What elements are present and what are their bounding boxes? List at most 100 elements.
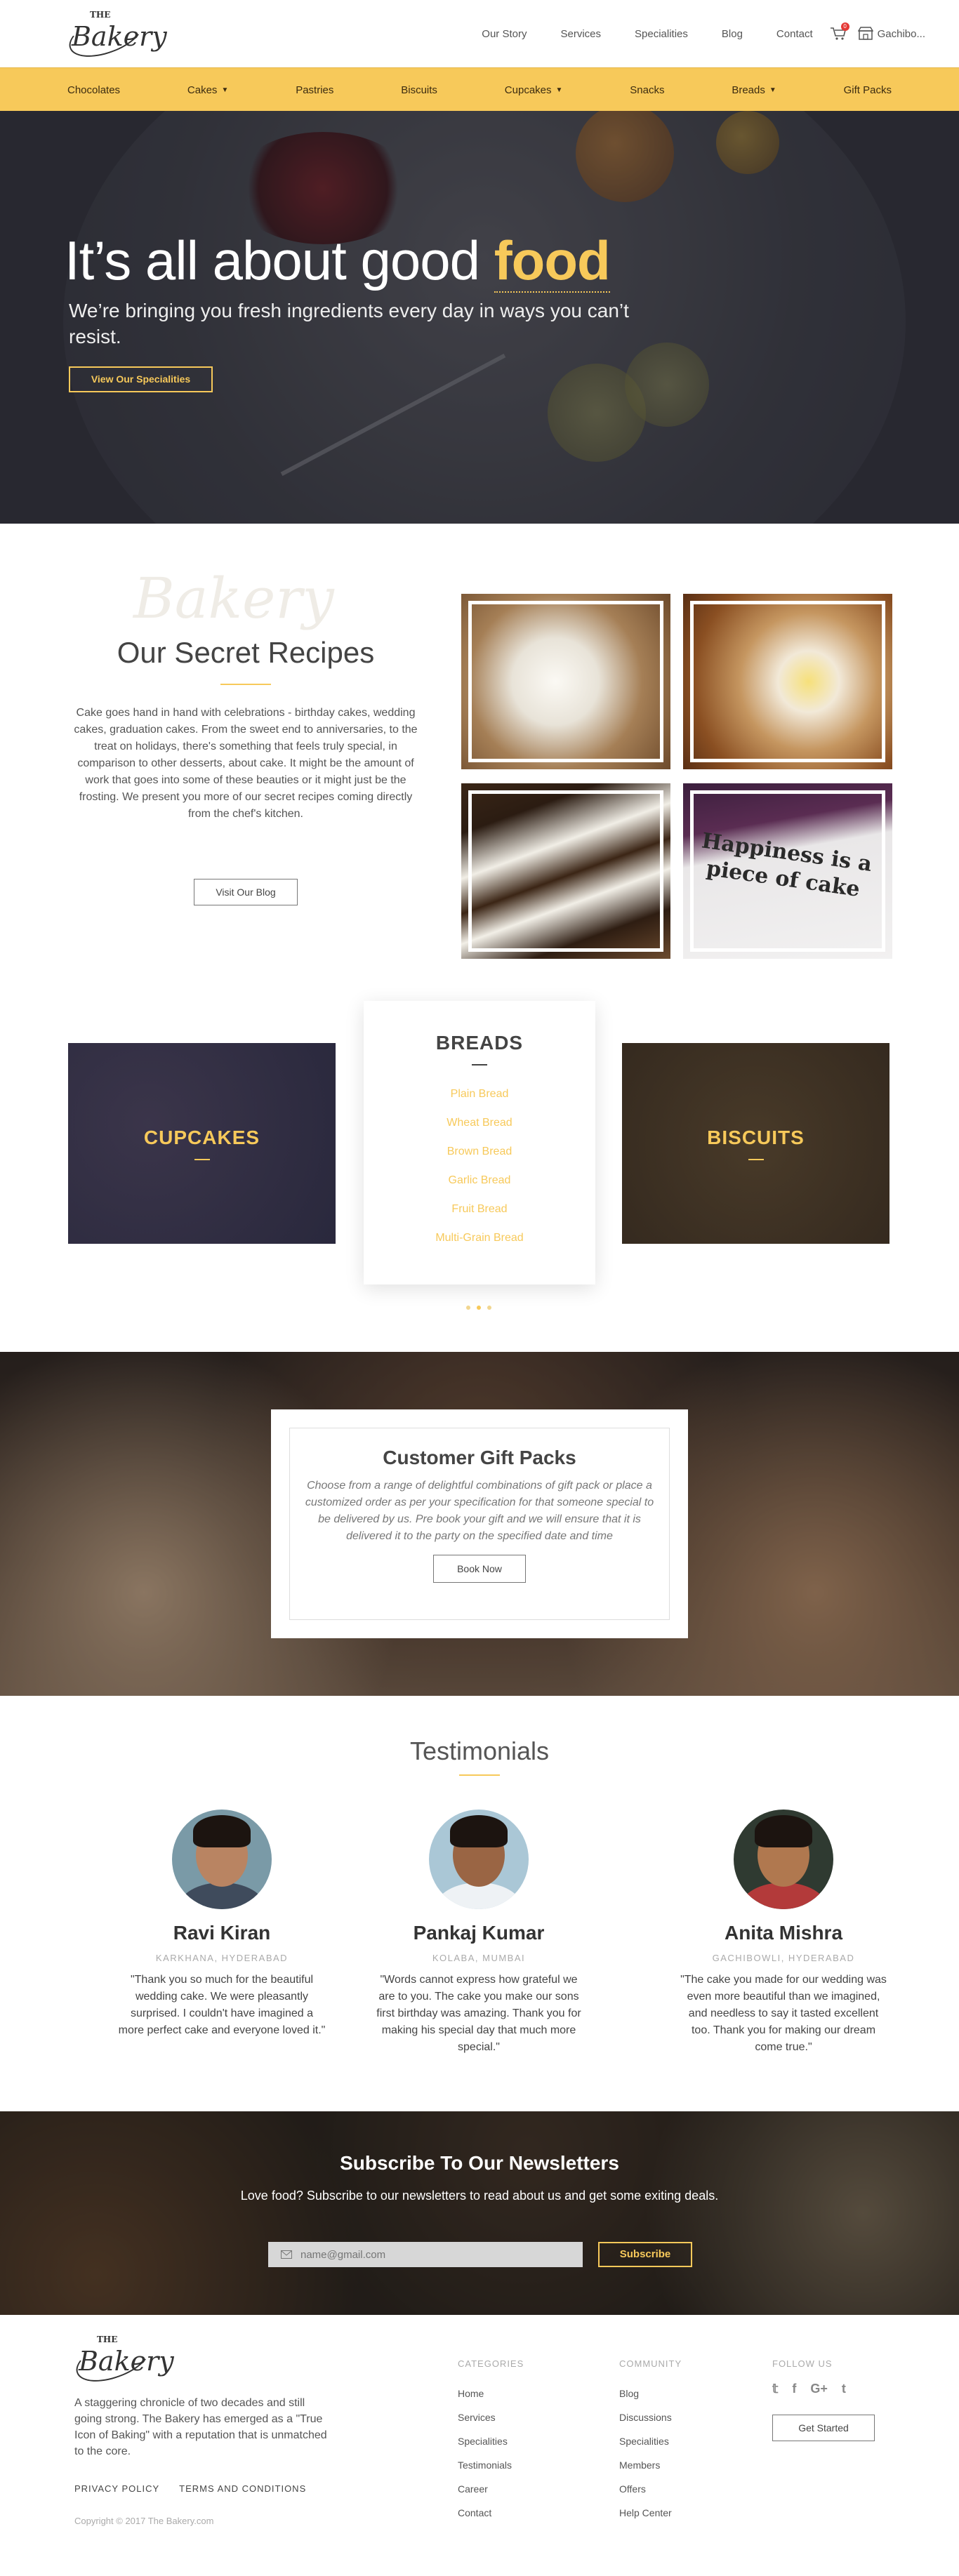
category-chocolates[interactable]: Chocolates (67, 84, 120, 96)
bread-link[interactable]: Wheat Bread (364, 1108, 595, 1137)
privacy-policy-link[interactable]: PRIVACY POLICY (74, 2483, 159, 2494)
avatar (734, 1810, 833, 1909)
carousel-dot[interactable] (487, 1306, 491, 1310)
site-header: THE Bakery Our Story Services Specialiti… (0, 0, 959, 67)
footer-link[interactable]: Help Center (619, 2501, 682, 2525)
biscuits-card[interactable]: BISCUITS (622, 1043, 889, 1244)
logo-script: Bakery (72, 21, 167, 52)
email-field[interactable] (268, 2242, 583, 2267)
visit-blog-button[interactable]: Visit Our Blog (194, 879, 298, 905)
site-logo[interactable]: THE Bakery (63, 4, 167, 66)
hero-title-highlight: food (494, 230, 611, 293)
testimonial-location: KOLABA, MUMBAI (432, 1953, 526, 1963)
testimonial-location: KARKHANA, HYDERABAD (155, 1953, 289, 1963)
logo-watermark: Bakery (133, 566, 334, 631)
divider (220, 684, 271, 685)
footer-link[interactable]: Testimonials (458, 2453, 524, 2477)
logo-the: THE (90, 10, 111, 20)
location-label: Gachibo... (877, 27, 925, 40)
footer-follow: FOLLOW US 𝕥 f G+ t Get Started (772, 2358, 875, 2441)
gift-description: Choose from a range of delightful combin… (305, 1480, 654, 1542)
footer-link[interactable]: Career (458, 2477, 524, 2501)
category-cakes[interactable]: Cakes ▼ (187, 84, 228, 96)
footer-link[interactable]: Offers (619, 2477, 682, 2501)
nav-our-story[interactable]: Our Story (482, 28, 527, 40)
category-snacks[interactable]: Snacks (630, 84, 664, 96)
footer-logo[interactable]: THE Bakery (70, 2329, 174, 2391)
footer-categories: CATEGORIES Home Services Specialities Te… (458, 2358, 524, 2525)
divider (459, 1774, 500, 1776)
facebook-icon[interactable]: f (792, 2382, 796, 2396)
happiness-cake-image[interactable]: Happiness is a piece of cake (683, 783, 892, 959)
top-nav: Our Story Services Specialities Blog Con… (448, 22, 925, 41)
category-cupcakes[interactable]: Cupcakes ▼ (505, 84, 563, 96)
category-carousel: CUPCAKES BREADS Plain Bread Wheat Bread … (0, 987, 959, 1352)
get-started-button[interactable]: Get Started (772, 2415, 875, 2441)
carousel-dot[interactable] (466, 1306, 470, 1310)
testimonial-quote: "The cake you made for our wedding was e… (680, 1974, 887, 2053)
testimonial-name: Pankaj Kumar (413, 1922, 545, 1944)
recipes-description: Cake goes hand in hand with celebrations… (74, 707, 418, 820)
secret-recipes-section: Bakery Our Secret Recipes Cake goes hand… (0, 524, 959, 987)
category-gift-packs[interactable]: Gift Packs (844, 84, 892, 96)
footer-link[interactable]: Home (458, 2382, 524, 2405)
card-title: BREADS (435, 1032, 524, 1054)
cupcakes-card[interactable]: CUPCAKES (68, 1043, 336, 1244)
google-plus-icon[interactable]: G+ (810, 2382, 828, 2396)
testimonial-location: GACHIBOWLI, HYDERABAD (712, 1953, 855, 1963)
twitter-icon[interactable]: 𝕥 (772, 2382, 778, 2396)
flour-scoop-image[interactable] (461, 594, 670, 769)
view-specialities-button[interactable]: View Our Specialities (69, 366, 213, 392)
footer-community: COMMUNITY Blog Discussions Specialities … (619, 2358, 682, 2525)
footer-link[interactable]: Contact (458, 2501, 524, 2525)
baking-ingredients-image[interactable] (683, 594, 892, 769)
footer-link[interactable]: Blog (619, 2382, 682, 2405)
carousel-dots (466, 1306, 491, 1310)
chevron-down-icon: ▼ (555, 86, 563, 94)
gift-title: Customer Gift Packs (383, 1447, 576, 1468)
breads-card: BREADS Plain Bread Wheat Bread Brown Bre… (364, 1001, 595, 1284)
bread-link[interactable]: Garlic Bread (364, 1166, 595, 1195)
testimonial-card: Pankaj Kumar KOLABA, MUMBAI "Words canno… (373, 1810, 584, 2056)
testimonial-quote: "Words cannot express how grateful we ar… (376, 1974, 581, 2053)
footer-link[interactable]: Members (619, 2453, 682, 2477)
card-title: CUPCAKES (143, 1127, 260, 1148)
subscribe-button[interactable]: Subscribe (598, 2242, 692, 2267)
footer-about: A staggering chronicle of two decades an… (74, 2397, 327, 2457)
category-pastries[interactable]: Pastries (296, 84, 333, 96)
newsletter-text: Love food? Subscribe to our newsletters … (240, 2189, 719, 2203)
footer-link[interactable]: Services (458, 2405, 524, 2429)
gift-packs-box: Customer Gift Packs Choose from a range … (271, 1409, 688, 1638)
chocolate-cake-slice-image[interactable] (461, 783, 670, 959)
bread-link[interactable]: Fruit Bread (364, 1195, 595, 1223)
bread-link[interactable]: Plain Bread (364, 1080, 595, 1108)
hero-banner: It’s all about good food We’re bringing … (0, 111, 959, 524)
category-breads[interactable]: Breads ▼ (732, 84, 776, 96)
category-biscuits[interactable]: Biscuits (401, 84, 437, 96)
copyright: Copyright © 2017 The Bakery.com (74, 2516, 214, 2526)
book-now-button[interactable]: Book Now (433, 1555, 526, 1583)
nav-specialities[interactable]: Specialities (635, 28, 688, 40)
bread-link[interactable]: Brown Bread (364, 1137, 595, 1166)
bread-link[interactable]: Multi-Grain Bread (364, 1223, 595, 1252)
nav-contact[interactable]: Contact (776, 28, 813, 40)
tumblr-icon[interactable]: t (842, 2382, 846, 2396)
nav-services[interactable]: Services (560, 28, 601, 40)
footer-link[interactable]: Specialities (458, 2429, 524, 2453)
chevron-down-icon: ▼ (221, 86, 229, 94)
page: THE Bakery Our Story Services Specialiti… (0, 0, 959, 2576)
site-footer: THE Bakery A staggering chronicle of two… (0, 2315, 959, 2576)
footer-link[interactable]: Specialities (619, 2429, 682, 2453)
testimonial-name: Ravi Kiran (173, 1922, 271, 1944)
section-title: Our Secret Recipes (117, 636, 375, 669)
nav-blog[interactable]: Blog (722, 28, 743, 40)
avatar (172, 1810, 272, 1909)
cart-icon[interactable]: 0 (830, 22, 849, 41)
email-input[interactable] (300, 2248, 567, 2261)
footer-link[interactable]: Discussions (619, 2405, 682, 2429)
carousel-dot-active[interactable] (477, 1306, 481, 1310)
testimonial-card: Ravi Kiran KARKHANA, HYDERABAD "Thank yo… (117, 1810, 327, 2039)
terms-link[interactable]: TERMS AND CONDITIONS (179, 2483, 306, 2494)
store-icon (857, 27, 873, 40)
location-selector[interactable]: Gachibo... (857, 27, 925, 41)
